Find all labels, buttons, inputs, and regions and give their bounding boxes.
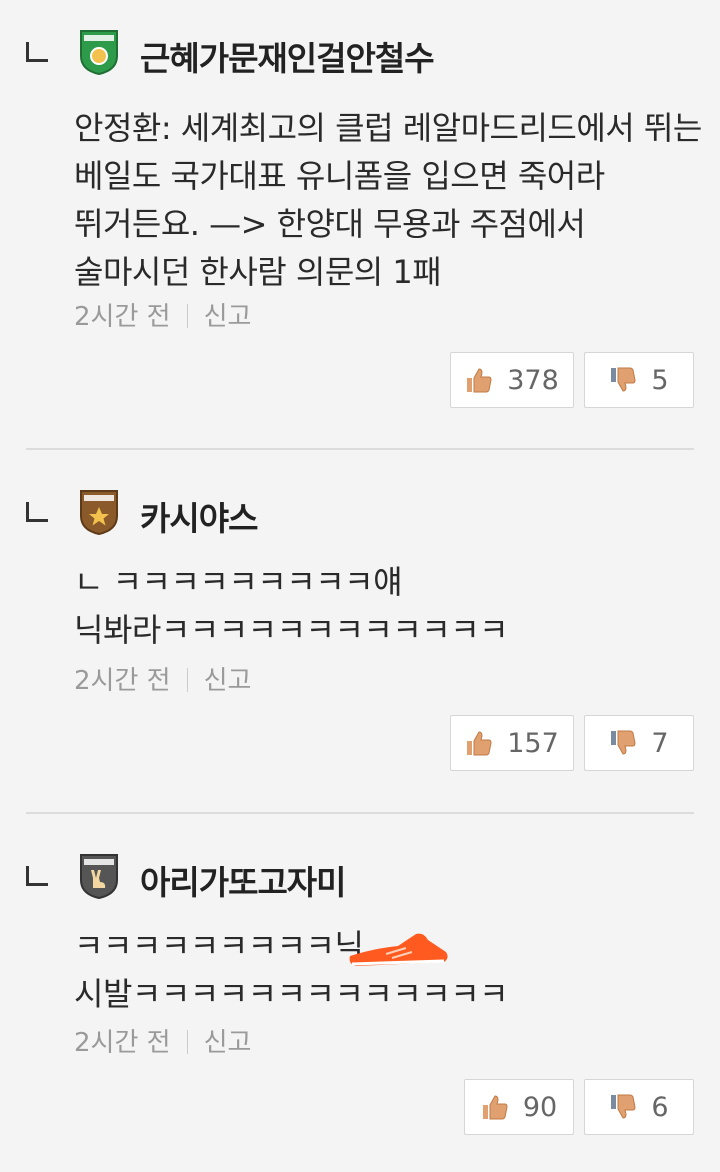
dislike-button[interactable]: 6 [584,1079,694,1135]
comment-item: 카시야스 ㄴ ㅋㅋㅋㅋㅋㅋㅋㅋㅋ얘 닉봐라ㅋㅋㅋㅋㅋㅋㅋㅋㅋㅋㅋㅋ 2시간 전 신… [0,462,720,812]
like-button[interactable]: 90 [464,1079,574,1135]
reply-indicator-icon [26,502,48,522]
comment-item: 아리가또고자미 ㅋㅋㅋㅋㅋㅋㅋㅋㅋ닉 시발ㅋㅋㅋㅋㅋㅋㅋㅋㅋㅋㅋㅋㅋ 2시간 전… [0,826,720,1172]
comment-username[interactable]: 아리가또고자미 [140,856,347,904]
dislike-button[interactable]: 5 [584,352,694,408]
comment-time: 2시간 전 [74,666,171,696]
thumbs-down-icon [611,367,636,392]
thumbs-up-icon [467,368,492,393]
like-count: 378 [507,364,559,396]
meta-divider [186,668,188,692]
meta-divider [186,304,188,328]
thumbs-up-icon [467,731,492,756]
report-link[interactable]: 신고 [204,666,252,696]
comment-text: 안정환: 세계최고의 클럽 레알마드리드에서 뛰는 베일도 국가대표 유니폼을 … [74,109,702,291]
comment-time: 2시간 전 [74,302,171,332]
dislike-button[interactable]: 7 [584,715,694,771]
comment-text: ㄴ ㅋㅋㅋㅋㅋㅋㅋㅋㅋ얘 닉봐라ㅋㅋㅋㅋㅋㅋㅋㅋㅋㅋㅋㅋ [74,563,509,649]
comment-time: 2시간 전 [74,1028,171,1058]
like-button[interactable]: 378 [450,352,574,408]
reply-indicator-icon [26,866,48,886]
thumbs-down-icon [611,730,636,755]
comment-item: 근혜가문재인걸안철수 안정환: 세계최고의 클럽 레알마드리드에서 뛰는 베일도… [0,0,720,450]
rookie-badge-icon [80,854,118,900]
dislike-count: 6 [651,1091,669,1123]
thumbs-down-icon [611,1094,636,1119]
comment-username[interactable]: 카시야스 [140,492,258,540]
shoe-sticker-icon [349,933,448,966]
dislike-count: 5 [651,364,669,396]
comment-username[interactable]: 근혜가문재인걸안철수 [140,32,435,80]
comment-meta: 2시간 전 신고 [74,660,251,697]
senior-badge-icon [80,490,118,536]
comment-meta: 2시간 전 신고 [74,296,251,333]
comment-divider [26,812,694,814]
reply-indicator-icon [26,42,48,62]
like-count: 157 [507,727,559,759]
meta-divider [186,1030,188,1054]
thumbs-up-icon [482,1095,508,1120]
like-count: 90 [522,1091,558,1123]
report-link[interactable]: 신고 [204,302,252,332]
comment-divider [26,448,694,450]
comment-meta: 2시간 전 신고 [74,1022,251,1059]
report-link[interactable]: 신고 [204,1028,252,1058]
dislike-count: 7 [651,727,669,759]
amateur-badge-icon [80,30,118,76]
like-button[interactable]: 157 [450,715,574,771]
